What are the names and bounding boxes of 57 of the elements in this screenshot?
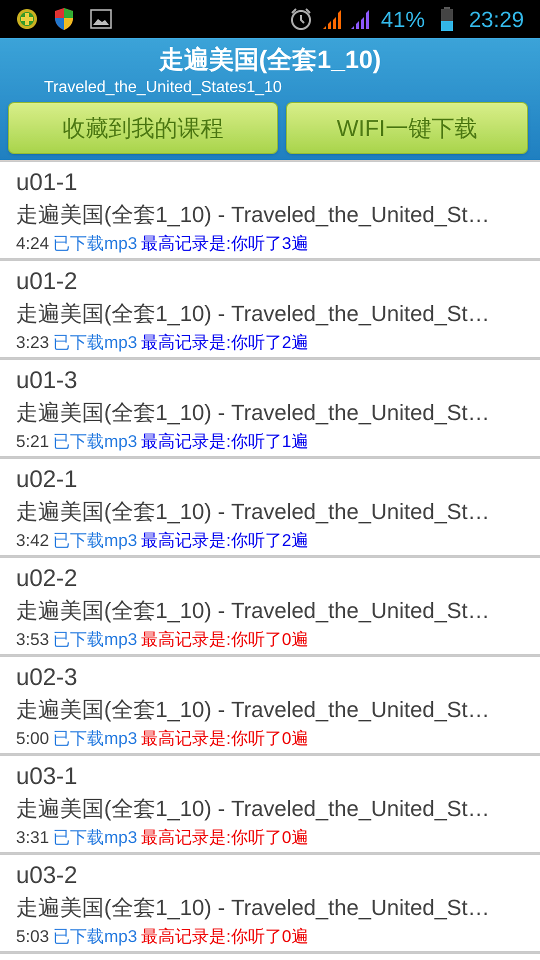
- download-status: 已下载mp3: [53, 233, 138, 255]
- download-status: 已下载mp3: [53, 629, 138, 651]
- course-subtitle: Traveled_the_United_States1_10: [43, 78, 283, 98]
- download-status: 已下载mp3: [53, 728, 138, 750]
- download-status: 已下载mp3: [53, 332, 138, 354]
- download-status: 已下载mp3: [53, 926, 138, 948]
- duration-text: 3:42: [16, 530, 50, 552]
- listen-record: 最高记录是:你听了0遍: [141, 629, 308, 651]
- lesson-title: u03-2: [16, 861, 78, 891]
- shield-icon: [54, 7, 74, 31]
- lesson-title: u02-1: [16, 465, 78, 495]
- download-status: 已下载mp3: [53, 431, 138, 453]
- lesson-title: u02-2: [16, 564, 78, 594]
- lesson-item[interactable]: u01-1 走遍美国(全套1_10) - Traveled_the_United_St… 4:24 已下载mp3 最高记录是:你听了3遍: [0, 162, 540, 261]
- duration-text: 3:53: [16, 629, 50, 651]
- listen-record: 最高记录是:你听了0遍: [141, 926, 308, 948]
- duration-text: 4:24: [16, 233, 50, 255]
- listen-record: 最高记录是:你听了3遍: [141, 233, 308, 255]
- lesson-subtitle: 走遍美国(全套1_10) - Traveled_the_United_St…: [16, 498, 491, 526]
- lesson-item[interactable]: u03-1 走遍美国(全套1_10) - Traveled_the_United_St… 3:31 已下载mp3 最高记录是:你听了0遍: [0, 756, 540, 855]
- lesson-title: u01-2: [16, 267, 78, 297]
- lesson-subtitle: 走遍美国(全套1_10) - Traveled_the_United_St…: [16, 894, 491, 922]
- lesson-item[interactable]: u02-2 走遍美国(全套1_10) - Traveled_the_United_St… 3:53 已下载mp3 最高记录是:你听了0遍: [0, 558, 540, 657]
- lesson-item[interactable]: u03-2 走遍美国(全套1_10) - Traveled_the_United_St… 5:03 已下载mp3 最高记录是:你听了0遍: [0, 855, 540, 954]
- lesson-title: u03-1: [16, 762, 78, 792]
- alarm-clock-icon: [288, 7, 313, 31]
- lesson-title: u01-1: [16, 168, 78, 198]
- lesson-subtitle: 走遍美国(全套1_10) - Traveled_the_United_St…: [16, 696, 491, 724]
- listen-record: 最高记录是:你听了1遍: [141, 431, 308, 453]
- lesson-title: u02-3: [16, 663, 78, 693]
- listen-record: 最高记录是:你听了0遍: [141, 728, 308, 750]
- duration-text: 5:03: [16, 926, 50, 948]
- clock-time: 23:29: [468, 6, 524, 34]
- listen-record: 最高记录是:你听了0遍: [141, 827, 308, 849]
- lesson-subtitle: 走遍美国(全套1_10) - Traveled_the_United_St…: [16, 300, 491, 328]
- duration-text: 3:23: [16, 332, 50, 354]
- lesson-subtitle: 走遍美国(全套1_10) - Traveled_the_United_St…: [16, 795, 491, 823]
- lesson-title: u01-3: [16, 366, 78, 396]
- lesson-item[interactable]: u01-3 走遍美国(全套1_10) - Traveled_the_United_St… 5:21 已下载mp3 最高记录是:你听了1遍: [0, 360, 540, 459]
- lesson-item[interactable]: u02-3 走遍美国(全套1_10) - Traveled_the_United_St… 5:00 已下载mp3 最高记录是:你听了0遍: [0, 657, 540, 756]
- lesson-subtitle: 走遍美国(全套1_10) - Traveled_the_United_St…: [16, 399, 491, 427]
- download-status: 已下载mp3: [53, 827, 138, 849]
- image-icon: [90, 9, 112, 29]
- listen-record: 最高记录是:你听了2遍: [141, 530, 308, 552]
- battery-icon: [440, 7, 453, 31]
- lesson-subtitle: 走遍美国(全套1_10) - Traveled_the_United_St…: [16, 201, 491, 229]
- lesson-subtitle: 走遍美国(全套1_10) - Traveled_the_United_St…: [16, 597, 491, 625]
- duration-text: 5:00: [16, 728, 50, 750]
- lesson-item[interactable]: u01-2 走遍美国(全套1_10) - Traveled_the_United_St… 3:23 已下载mp3 最高记录是:你听了2遍: [0, 261, 540, 360]
- course-title: 走遍美国(全套1_10): [158, 45, 382, 76]
- listen-record: 最高记录是:你听了2遍: [141, 332, 308, 354]
- duration-text: 3:31: [16, 827, 50, 849]
- download-status: 已下载mp3: [53, 530, 138, 552]
- duration-text: 5:21: [16, 431, 50, 453]
- battery-percentage: 41%: [380, 6, 425, 34]
- plus-circle-icon: [16, 8, 38, 30]
- lesson-item[interactable]: u02-1 走遍美国(全套1_10) - Traveled_the_United_St… 3:42 已下载mp3 最高记录是:你听了2遍: [0, 459, 540, 558]
